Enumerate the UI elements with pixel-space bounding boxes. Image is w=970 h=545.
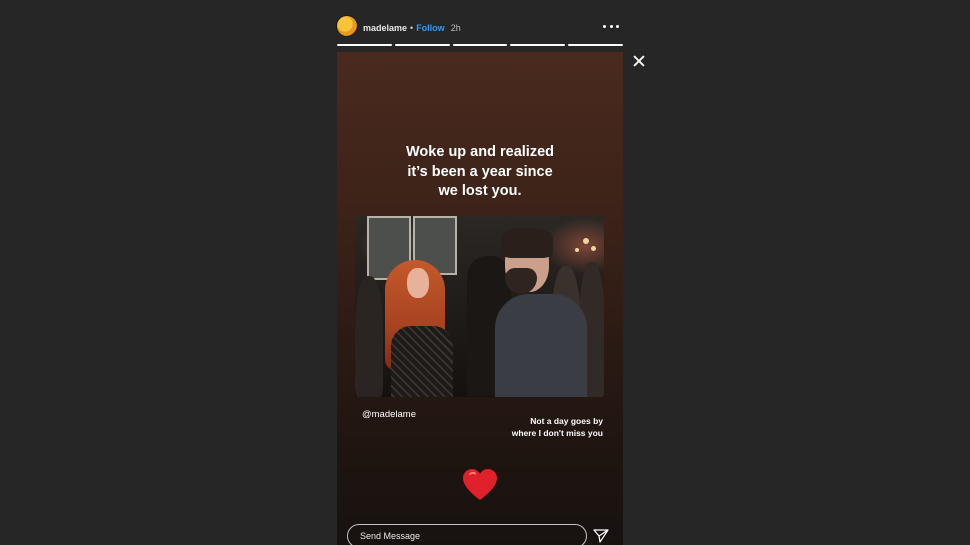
story-progress	[337, 44, 623, 46]
send-message-input[interactable]	[347, 524, 587, 545]
photo-woman-body	[391, 326, 453, 397]
more-dot	[609, 24, 613, 28]
story-photo	[355, 216, 604, 397]
photo-man-body	[495, 294, 587, 397]
close-icon[interactable]	[632, 54, 646, 68]
avatar[interactable]	[337, 16, 357, 36]
more-dot	[603, 24, 606, 28]
photo-light	[583, 238, 589, 244]
progress-segment	[568, 44, 623, 46]
user-meta: madelame • Follow 2h	[363, 21, 461, 35]
send-icon[interactable]	[593, 528, 609, 544]
photo-person	[355, 276, 383, 397]
post-time: 2h	[450, 23, 461, 33]
photo-light	[591, 246, 596, 251]
photo-woman-face	[407, 268, 429, 298]
more-options-icon[interactable]	[603, 19, 619, 33]
progress-segment	[510, 44, 566, 46]
story-header: madelame • Follow 2h	[337, 14, 623, 40]
progress-segment	[337, 44, 392, 46]
mention-tag[interactable]: @madelame	[362, 409, 416, 420]
story-caption: Not a day goes by where I don't miss you	[511, 416, 603, 438]
heart-icon	[463, 469, 497, 500]
follow-button[interactable]: Follow	[416, 23, 445, 33]
username[interactable]: madelame	[363, 23, 407, 33]
progress-segment	[394, 44, 450, 46]
story-card[interactable]: Woke up and realized it’s been a year si…	[337, 52, 623, 545]
story-viewer: madelame • Follow 2h Woke up and realize…	[0, 0, 970, 545]
separator-dot: •	[410, 23, 414, 33]
progress-segment	[452, 44, 508, 46]
photo-man-hair	[501, 228, 553, 258]
story-headline: Woke up and realized it’s been a year si…	[406, 144, 554, 199]
photo-light	[575, 248, 579, 252]
more-dot	[616, 24, 619, 28]
